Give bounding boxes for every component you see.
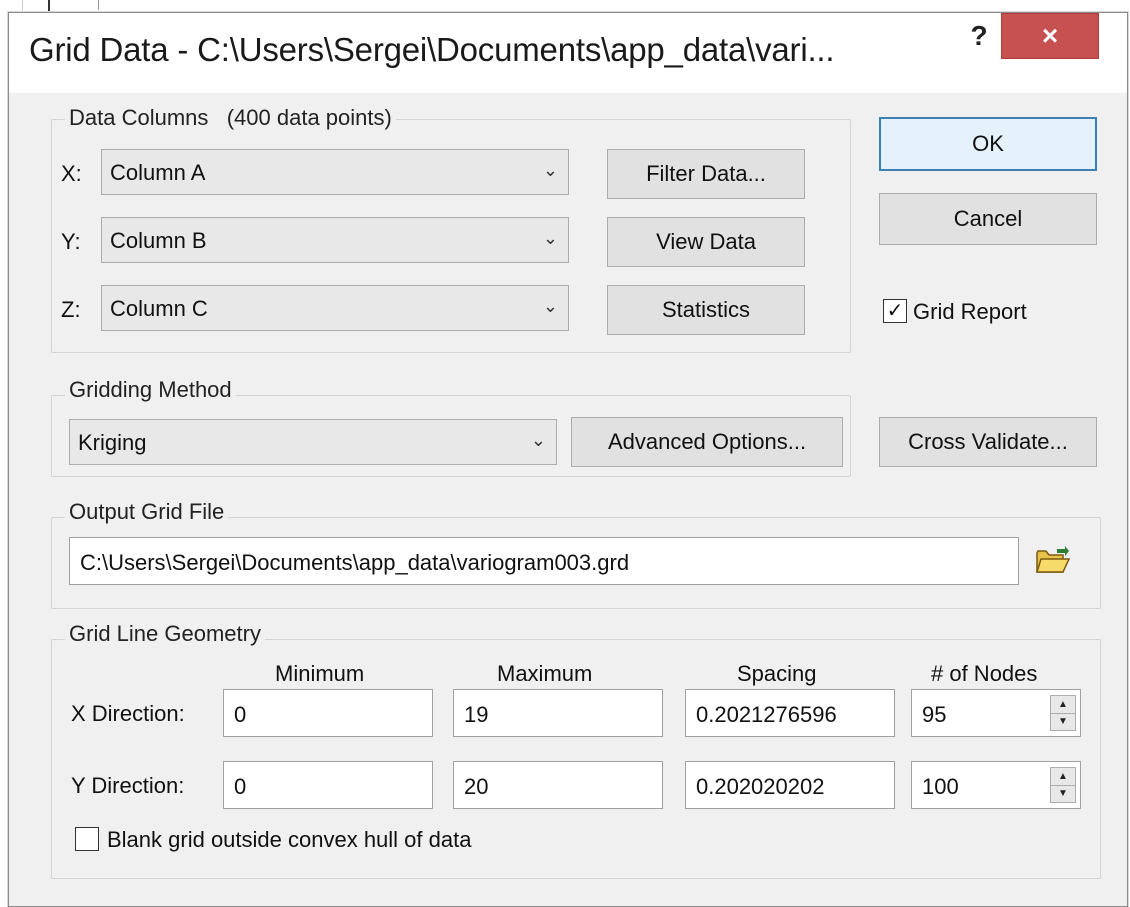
filter-data-button[interactable]: Filter Data... [607,149,805,199]
y-minimum-value: 0 [234,774,247,799]
cross-validate-button[interactable]: Cross Validate... [879,417,1097,467]
minimum-column-header: Minimum [275,661,365,686]
y-column-label: Y: [61,229,81,254]
x-nodes-spinner[interactable]: ▲ ▼ [1050,695,1076,731]
grid-report-checkbox[interactable]: ✓ [883,299,907,323]
view-data-button[interactable]: View Data [607,217,805,267]
y-minimum-input[interactable]: 0 [223,761,433,809]
title-bar[interactable]: Grid Data - C:\Users\Sergei\Documents\ap… [9,13,1127,93]
gridding-method-label: Gridding Method [65,377,236,403]
nodes-column-header: # of Nodes [931,661,1038,686]
ok-button[interactable]: OK [879,117,1097,171]
z-column-label: Z: [61,297,81,322]
chevron-down-icon: ⌄ [542,160,558,180]
x-spacing-input[interactable]: 0.2021276596 [685,689,895,737]
spinner-up-icon[interactable]: ▲ [1051,696,1075,714]
data-columns-label: Data Columns (400 data points) [65,105,396,131]
z-column-select[interactable]: Column C ⌄ [101,285,569,331]
spinner-down-icon[interactable]: ▼ [1051,785,1075,802]
y-column-value: Column B [110,228,207,253]
blank-grid-label: Blank grid outside convex hull of data [107,827,472,852]
x-nodes-value: 95 [922,702,947,727]
chevron-down-icon: ⌄ [542,296,558,316]
maximum-column-header: Maximum [497,661,593,686]
x-maximum-value: 19 [464,702,489,727]
output-grid-label: Output Grid File [65,499,229,525]
close-button[interactable]: × [1001,13,1099,59]
y-column-select[interactable]: Column B ⌄ [101,217,569,263]
grid-report-label: Grid Report [913,299,1027,324]
x-spacing-value: 0.2021276596 [696,702,837,727]
gridding-method-value: Kriging [78,430,147,455]
y-direction-label: Y Direction: [71,773,185,798]
grid-data-dialog: Grid Data - C:\Users\Sergei\Documents\ap… [8,12,1128,907]
x-minimum-value: 0 [234,702,247,727]
dialog-client-area: Data Columns (400 data points) X: Column… [19,93,1117,898]
output-grid-path-value: C:\Users\Sergei\Documents\app_data\vario… [80,550,630,575]
gridding-method-select[interactable]: Kriging ⌄ [69,419,557,465]
spinner-down-icon[interactable]: ▼ [1051,713,1075,730]
x-maximum-input[interactable]: 19 [453,689,663,737]
z-column-value: Column C [110,296,208,321]
window-title: Grid Data - C:\Users\Sergei\Documents\ap… [29,31,835,68]
chevron-down-icon: ⌄ [542,228,558,248]
x-column-label: X: [61,161,82,186]
x-column-select[interactable]: Column A ⌄ [101,149,569,195]
blank-grid-checkbox[interactable] [75,827,99,851]
y-nodes-input[interactable]: 100 ▲ ▼ [911,761,1081,809]
y-spacing-value: 0.202020202 [696,774,825,799]
background-window-tick [98,0,99,10]
chevron-down-icon: ⌄ [530,430,546,450]
data-point-count: (400 data points) [226,105,392,130]
y-nodes-value: 100 [922,774,959,799]
y-spacing-input[interactable]: 0.202020202 [685,761,895,809]
y-maximum-value: 20 [464,774,489,799]
open-folder-icon[interactable] [1035,545,1071,575]
help-button[interactable]: ? [961,19,997,53]
x-minimum-input[interactable]: 0 [223,689,433,737]
output-grid-path-input[interactable]: C:\Users\Sergei\Documents\app_data\vario… [69,537,1019,585]
x-nodes-input[interactable]: 95 ▲ ▼ [911,689,1081,737]
grid-geometry-label: Grid Line Geometry [65,621,265,647]
x-column-value: Column A [110,160,206,185]
advanced-options-button[interactable]: Advanced Options... [571,417,843,467]
cancel-button[interactable]: Cancel [879,193,1097,245]
y-nodes-spinner[interactable]: ▲ ▼ [1050,767,1076,803]
statistics-button[interactable]: Statistics [607,285,805,335]
x-direction-label: X Direction: [71,701,185,726]
data-columns-title: Data Columns [69,105,209,130]
y-maximum-input[interactable]: 20 [453,761,663,809]
spinner-up-icon[interactable]: ▲ [1051,768,1075,786]
spacing-column-header: Spacing [737,661,817,686]
